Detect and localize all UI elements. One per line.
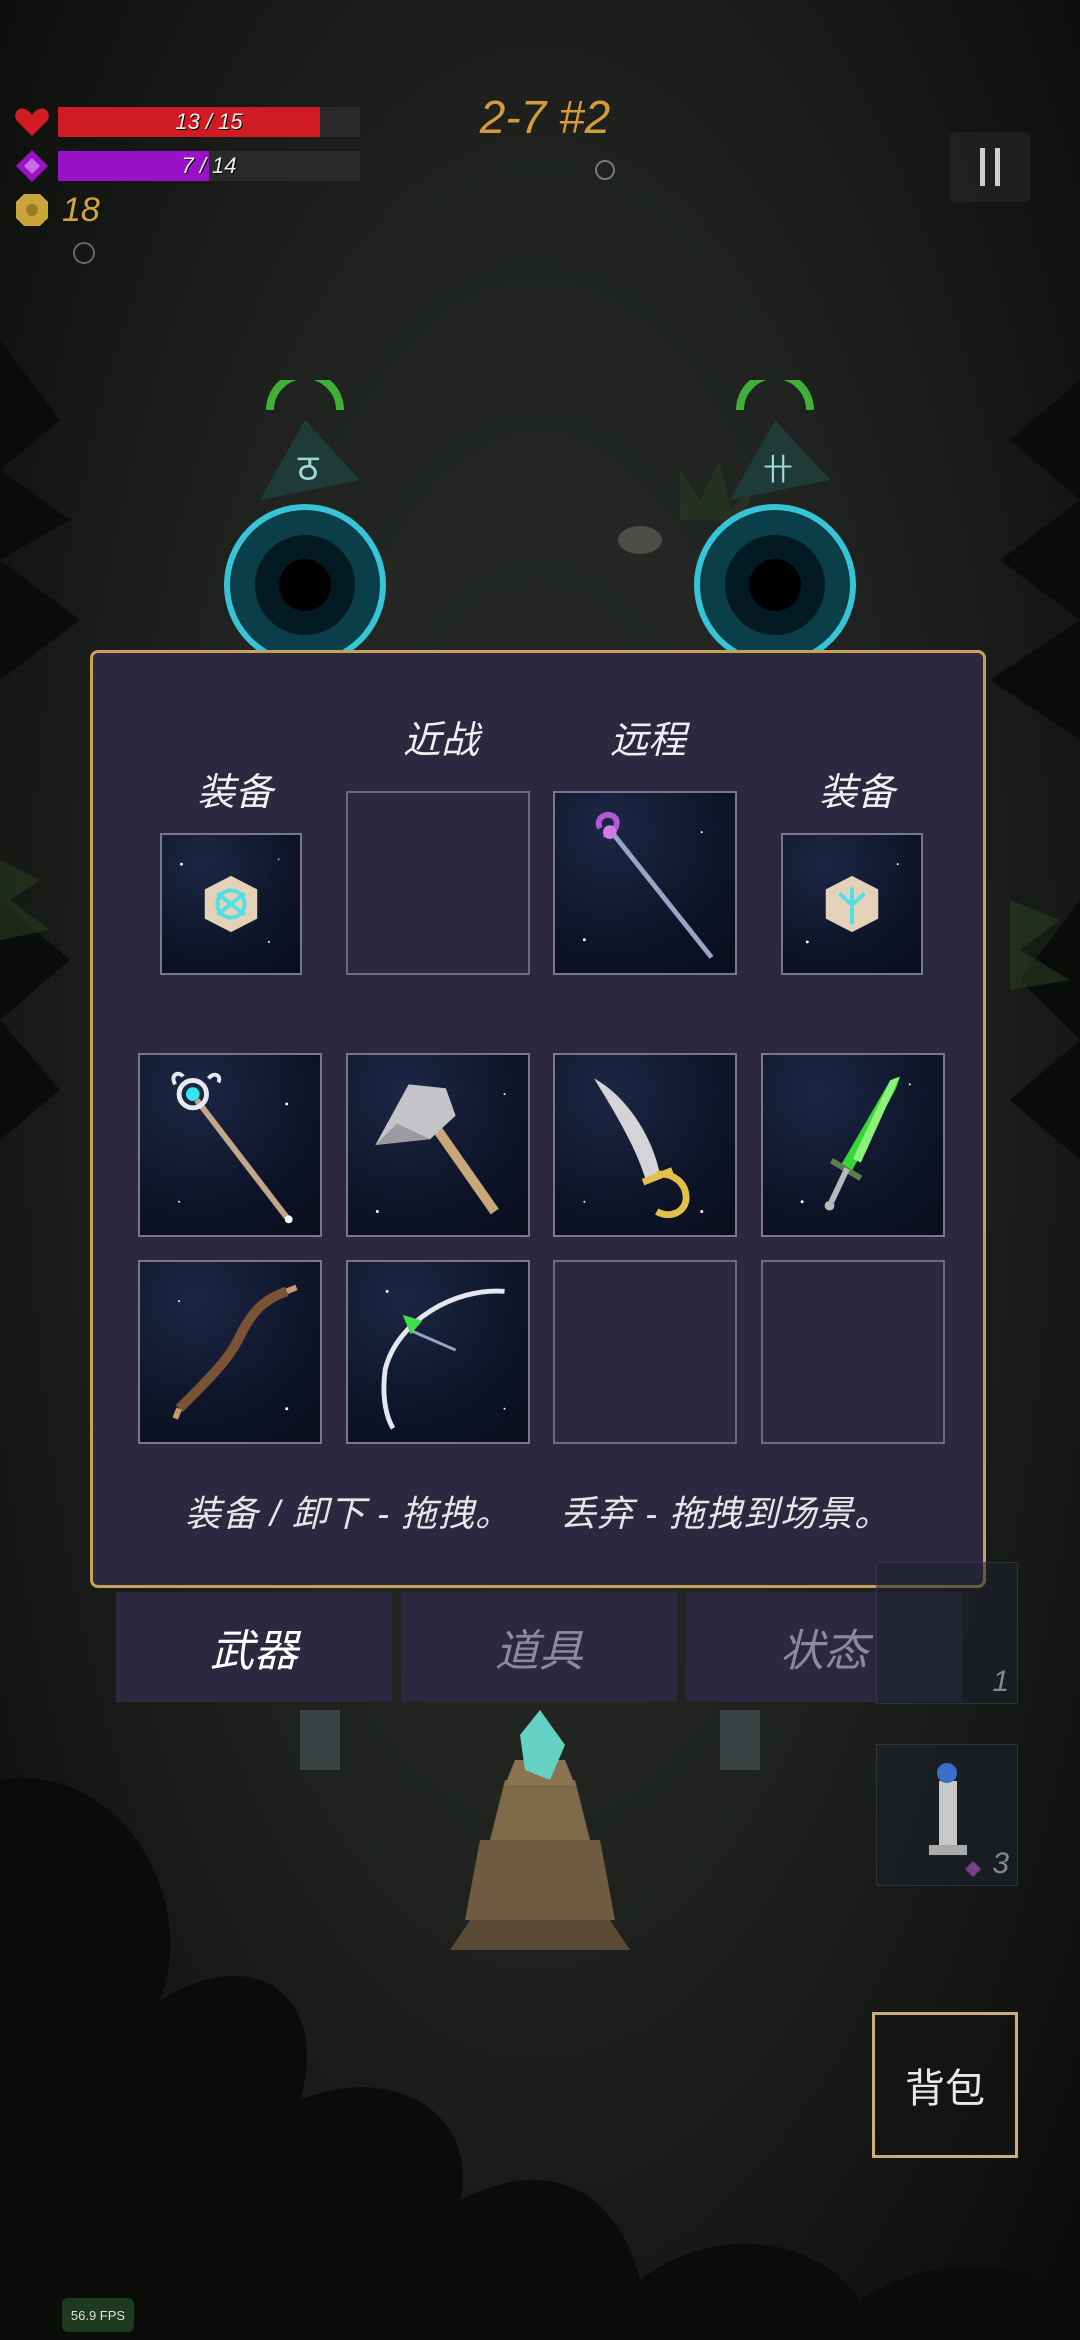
mana-text: 7 / 14	[181, 153, 237, 178]
mana-bar-row: 7 / 14	[12, 146, 360, 186]
side-slot-count: 1	[992, 1665, 1009, 1698]
ranged-slot[interactable]	[553, 791, 737, 975]
crystal-staff-icon	[171, 1071, 293, 1224]
health-bar: 13 / 15	[58, 107, 360, 137]
item-slot-4[interactable]	[761, 1053, 945, 1237]
tab-items[interactable]: 道具	[401, 1592, 677, 1702]
item-slot-7[interactable]	[553, 1260, 737, 1444]
rune-stone-icon	[179, 858, 280, 943]
item-slot-1[interactable]	[138, 1053, 322, 1237]
pause-icon-bar	[995, 148, 1000, 186]
item-slot-5[interactable]	[138, 1260, 322, 1444]
diamond-icon	[12, 146, 52, 186]
melee-slot[interactable]	[346, 791, 530, 975]
pause-icon	[980, 148, 985, 186]
side-slot-2[interactable]: 3	[876, 1744, 1018, 1886]
health-text: 13 / 15	[175, 109, 243, 134]
battle-axe-icon	[375, 1084, 506, 1215]
level-label: 2-7 #2	[479, 91, 611, 143]
fps-counter: 56.9 FPS	[62, 2298, 134, 2332]
svg-text:ठ: ठ	[298, 448, 320, 489]
tab-weapons[interactable]: 武器	[116, 1592, 392, 1702]
wooden-bow-icon	[172, 1284, 298, 1420]
item-slot-8[interactable]	[761, 1260, 945, 1444]
ranged-heading: 远程	[609, 720, 686, 762]
melee-heading: 近战	[402, 720, 479, 762]
portal-left[interactable]: ठ	[220, 380, 390, 660]
svg-text:卄: 卄	[763, 453, 793, 488]
side-slot-1[interactable]: 1	[876, 1562, 1018, 1704]
equip-left-heading: 装备	[196, 772, 273, 814]
gold-row: 18	[12, 190, 100, 230]
hint-equip: 装备 / 卸下 - 拖拽。	[185, 1493, 512, 1534]
health-bar-row: 13 / 15	[12, 102, 360, 142]
inventory-panel: 近战 远程 装备 装备 装备 / 卸下 - 拖拽。 丢弃 - 拖拽到场景。	[90, 650, 986, 1588]
item-slot-6[interactable]	[346, 1260, 530, 1444]
heart-icon	[12, 102, 52, 142]
mana-bar: 7 / 14	[58, 151, 360, 181]
item-slot-3[interactable]	[553, 1053, 737, 1237]
side-slot-count: 3	[992, 1847, 1009, 1880]
pause-button[interactable]	[950, 132, 1030, 202]
bag-button[interactable]: 背包	[872, 2012, 1018, 2158]
item-slot-2[interactable]	[346, 1053, 530, 1237]
white-bow-icon	[381, 1288, 506, 1430]
equip-slot-right[interactable]	[781, 833, 923, 975]
green-sword-icon	[800, 1076, 911, 1211]
equip-slot-left[interactable]	[160, 833, 302, 975]
gold-amount: 18	[62, 190, 100, 229]
purple-staff-icon	[582, 812, 714, 959]
hint-discard: 丢弃 - 拖拽到场景。	[560, 1493, 891, 1534]
rune-stone-icon	[805, 863, 899, 944]
coin-icon	[12, 190, 52, 230]
inventory-hint: 装备 / 卸下 - 拖拽。 丢弃 - 拖拽到场景。	[93, 1485, 983, 1537]
equip-right-heading: 装备	[818, 772, 895, 814]
scimitar-icon	[583, 1078, 704, 1219]
portal-right[interactable]: 卄	[690, 380, 860, 660]
